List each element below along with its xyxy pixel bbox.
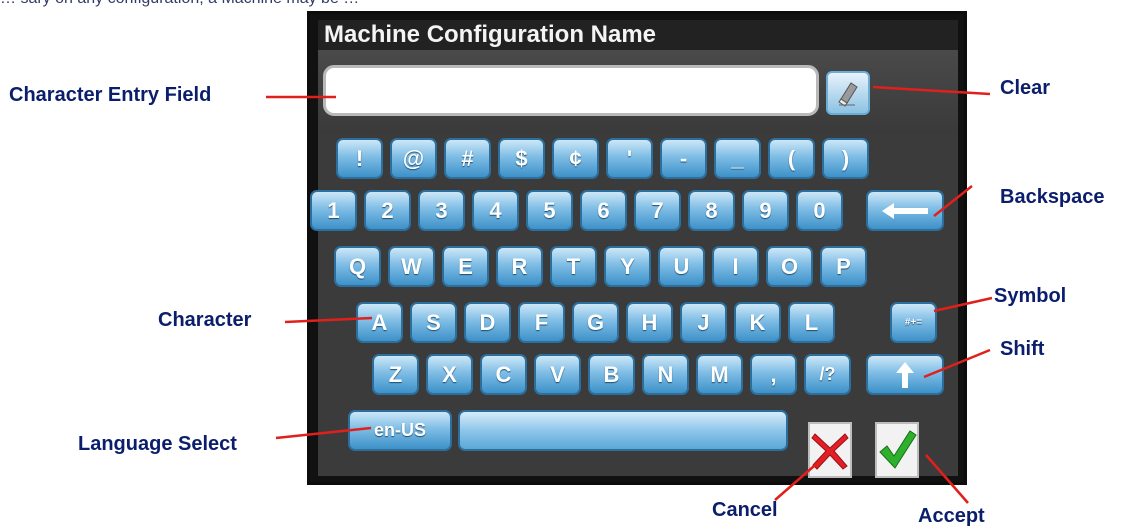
callout-lines (266, 85, 993, 504)
callout-line-clear (872, 85, 991, 96)
callout-line-symbol (933, 296, 993, 313)
callout-line-character (284, 316, 373, 324)
callout-line-cancel (774, 452, 830, 501)
callout-line-backspace (933, 185, 973, 217)
callout-line-shift (923, 348, 991, 379)
callout-line-language (275, 426, 372, 440)
callout-line-accept (925, 454, 969, 504)
